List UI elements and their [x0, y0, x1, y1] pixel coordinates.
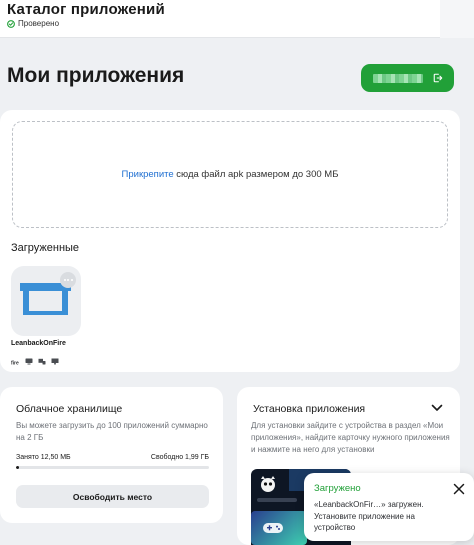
mascot-icon	[261, 476, 275, 492]
check-circle-icon	[7, 19, 15, 28]
install-description: Для установки зайдите с устройства в раз…	[251, 421, 450, 454]
tv-icon	[25, 352, 33, 370]
app-name: LeanbackOnFire	[11, 340, 66, 347]
svg-text:fire: fire	[11, 361, 19, 366]
verified-status: Проверено	[7, 19, 59, 28]
used-label: Занято 12,50 МБ	[16, 454, 71, 461]
monitor-icon	[51, 352, 59, 370]
page-title: Мои приложения	[7, 64, 185, 87]
export-icon	[433, 73, 442, 83]
app-platforms: fire	[11, 352, 59, 370]
free-label: Свободно 1,99 ГБ	[150, 454, 209, 461]
close-icon[interactable]	[453, 483, 465, 495]
topbar-edge	[440, 0, 474, 38]
attach-link[interactable]: Прикрепите	[122, 169, 174, 180]
storage-usage-fill	[16, 466, 19, 469]
install-title: Установка приложения	[253, 403, 366, 415]
toast-title: Загружено	[314, 483, 361, 494]
app-title: Каталог приложений	[7, 1, 165, 18]
app-more-menu-button[interactable]	[60, 272, 76, 288]
chevron-down-icon[interactable]	[431, 404, 443, 412]
top-bar: Каталог приложений Проверено	[0, 0, 474, 38]
uploaded-section-title: Загруженные	[11, 242, 80, 254]
free-space-button[interactable]: Освободить место	[16, 485, 209, 508]
upload-toast: Загружено «LeanbackOnFir…» загружен. Уст…	[304, 473, 474, 541]
set-top-box-icon	[38, 352, 46, 370]
my-apps-card: Прикрепите сюда файл apk размером до 300…	[0, 110, 460, 372]
obscured-button-label	[372, 73, 423, 83]
toast-message: «LeanbackOnFir…» загружен. Установите пр…	[314, 500, 424, 532]
apk-dropzone[interactable]: Прикрепите сюда файл apk размером до 300…	[12, 121, 448, 228]
storage-usage-bar	[16, 466, 209, 469]
cloud-storage-title: Облачное хранилище	[16, 403, 123, 415]
dropzone-text: сюда файл apk размером до 300 МБ	[173, 169, 339, 180]
cloud-storage-description: Вы можете загрузить до 100 приложений су…	[16, 421, 208, 442]
verified-label: Проверено	[18, 19, 60, 28]
primary-action-button[interactable]	[361, 64, 454, 92]
cloud-storage-card: Облачное хранилище Вы можете загрузить д…	[0, 387, 223, 523]
gamepad-icon	[263, 523, 283, 533]
preview-tagline	[257, 498, 297, 502]
storage-usage-row: Занято 12,50 МБ Свободно 1,99 ГБ	[16, 454, 209, 461]
fire-tv-icon: fire	[11, 352, 20, 370]
